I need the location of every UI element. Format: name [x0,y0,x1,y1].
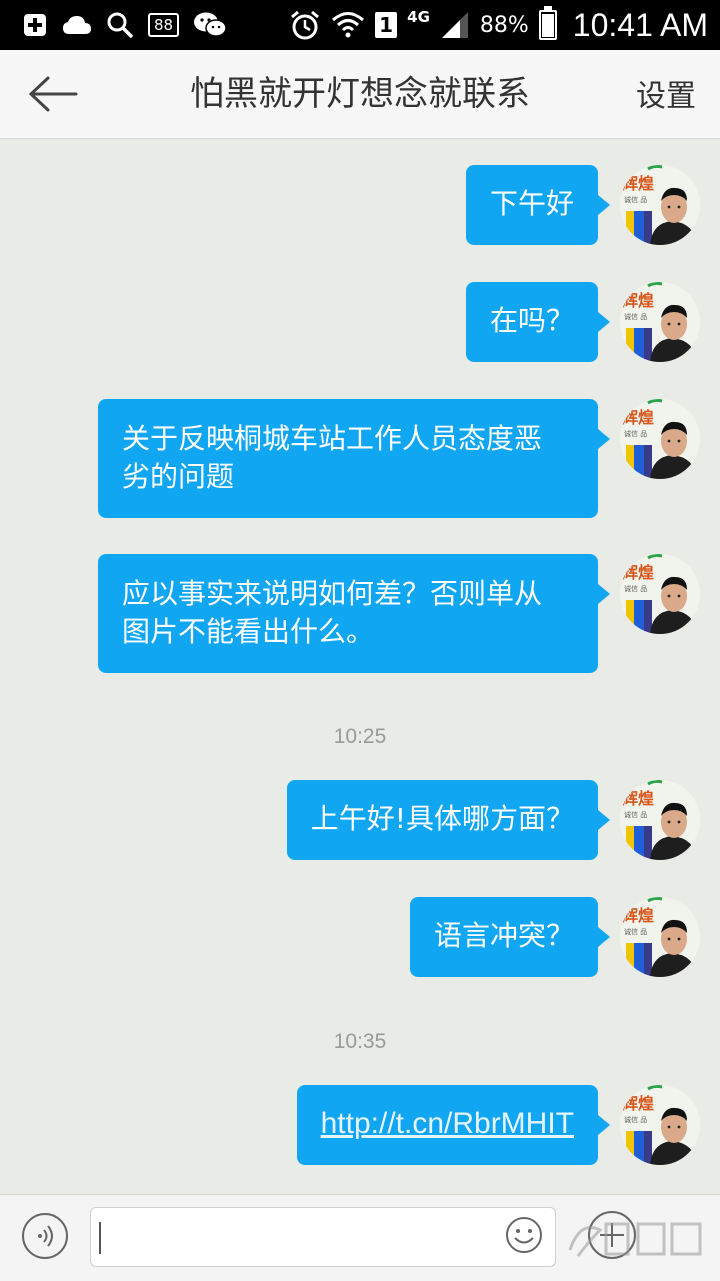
chat-header: 怕黑就开灯想念就联系 设置 [0,50,720,139]
add-box-icon [22,12,48,38]
avatar[interactable]: 辉煌 诚信 品 [620,897,700,977]
message-text: 语言冲突？ [433,919,574,952]
timestamp: 10:25 [333,725,387,748]
avatar-logo-sub: 诚信 品 [624,810,647,819]
message-text: 上午好!具体哪方面？ [310,802,574,835]
watermark-logo [568,1222,702,1257]
avatar-image: 辉煌诚信 品 [620,165,700,245]
avatar-logo-sub: 诚信 品 [624,584,647,593]
avatar-image: 辉煌诚信 品 [620,780,700,860]
avatar-image: 辉煌诚信 品 [620,554,700,634]
link-text[interactable]: http://t.cn/RbrMHIT [321,1107,574,1140]
message-bubble[interactable]: 关于反映桐城车站工作人员态度恶 劣的问题 [98,399,610,518]
avatar-image: 辉煌诚信 品 [620,399,700,479]
avatar-logo-sub: 诚信 品 [624,429,647,438]
message-item: 应以事实来说明如何差？否则单从 图片不能看出什么。 辉煌诚信 品 [98,554,700,673]
avatar[interactable]: 辉煌 诚信 品 [620,554,700,634]
avatar-logo-text: 辉煌 [622,789,654,808]
message-text-line: 应以事实来说明如何差？否则单从 [122,577,543,610]
message-link[interactable]: http://t.cn/RbrMHIT [296,1085,611,1165]
battery-icon [538,6,557,40]
avatar-logo-sub: 诚信 品 [624,1115,647,1124]
search-icon [106,11,134,39]
voice-icon [38,1225,53,1247]
message-text-line: 劣的问题 [122,460,235,493]
message-bubble[interactable]: 上午好!具体哪方面？ [286,780,611,860]
page-title: 怕黑就开灯想念就联系 [190,74,530,114]
message-bubble[interactable]: 应以事实来说明如何差？否则单从 图片不能看出什么。 [98,554,610,673]
avatar-logo-text: 辉煌 [622,408,654,427]
message-text-line: 图片不能看出什么。 [122,615,375,648]
message-input[interactable] [90,1207,556,1267]
message-item: 下午好 辉煌诚信 品 [465,165,700,245]
message-item: 语言冲突？ 辉煌诚信 品 [409,897,700,977]
message-bubble[interactable]: 语言冲突？ [409,897,611,977]
timestamp: 10:35 [333,1030,387,1053]
message-item: http://t.cn/RbrMHIT 辉煌诚信 品 [296,1085,700,1165]
avatar-logo-sub: 诚信 品 [624,195,647,204]
alarm-icon [289,9,321,41]
avatar[interactable]: 辉煌 诚信 品 [620,282,700,362]
avatar-logo-text: 辉煌 [622,906,654,925]
avatar-logo-sub: 诚信 品 [624,312,647,321]
avatar[interactable]: 辉煌 诚信 品 [620,1085,700,1165]
wifi-icon [331,10,365,40]
avatar[interactable]: 辉煌 诚信 品 [620,780,700,860]
message-text: 在吗？ [489,304,574,337]
wechat-icon [193,11,227,39]
avatar-logo-sub: 诚信 品 [624,927,647,936]
avatar-image: 辉煌诚信 品 [620,282,700,362]
message-bubble[interactable]: 在吗？ [465,282,611,362]
message-text-line: 关于反映桐城车站工作人员态度恶 [122,422,543,455]
avatar-logo-text: 辉煌 [622,1094,654,1113]
avatar-image: 辉煌诚信 品 [620,1085,700,1165]
sim-icon: 1 [375,12,398,38]
message-item: 上午好!具体哪方面？ 辉煌诚信 品 [286,780,700,860]
signal-icon [440,10,470,40]
text-caret [99,1222,101,1254]
avatar-logo-text: 辉煌 [622,291,654,310]
network-type: 4G [407,8,430,26]
emoji-button[interactable] [504,1215,544,1255]
avatar-image: 辉煌诚信 品 [620,897,700,977]
back-button[interactable] [26,72,80,116]
settings-button[interactable]: 设置 [636,50,696,138]
message-list[interactable]: 下午好 辉煌 诚信 品 在吗？ 辉煌 诚信 品 关于反映桐城车站工作人员态度恶 劣的… [0,139,720,1194]
avatar-logo-text: 辉煌 [622,174,654,193]
battery-percent: 88% [479,12,529,38]
back-arrow-icon [28,76,78,112]
message-text: 下午好 [489,187,574,220]
voice-button[interactable] [22,1213,68,1259]
avatar-logo-text: 辉煌 [622,563,654,582]
status-bar: 88 1 4G 88% 10:41 AM [0,0,720,50]
emoji-icon [506,1217,542,1253]
badge-88-icon: 88 [148,13,180,37]
clock: 10:41 AM [572,6,708,43]
message-item: 在吗？ 辉煌诚信 品 [465,282,700,362]
message-item: 关于反映桐城车站工作人员态度恶 劣的问题 辉煌诚信 品 [98,399,700,518]
message-bubble[interactable]: 下午好 [465,165,611,245]
avatar[interactable]: 辉煌 诚信 品 [620,165,700,245]
avatar[interactable]: 辉煌 诚信 品 [620,399,700,479]
cloud-icon [62,14,92,36]
